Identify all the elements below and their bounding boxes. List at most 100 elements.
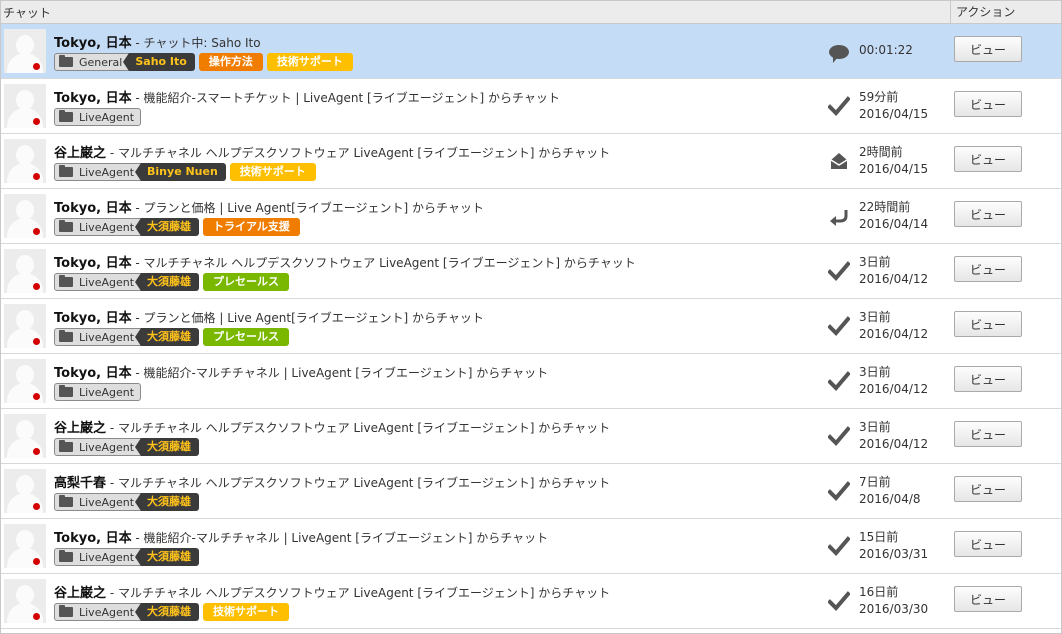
department-label: LiveAgent <box>79 276 135 289</box>
agent-tag: 大須藤雄 <box>135 328 200 346</box>
chat-summary[interactable]: 谷上巌之 - マルチチャネル ヘルプデスクソフトウェア LiveAgent [ラ… <box>54 417 610 436</box>
table-row[interactable]: Tokyo, 日本 - 機能紹介-マルチチャネル | LiveAgent [ライ… <box>1 519 1061 574</box>
chat-time-ago: 16日前 <box>859 585 899 599</box>
department-tag: LiveAgent <box>54 163 142 181</box>
chat-summary[interactable]: 谷上巌之 - マルチチャネル ヘルプデスクソフトウェア LiveAgent [ラ… <box>54 142 610 161</box>
tag-label: 技術サポート <box>203 603 290 621</box>
department-tag: LiveAgent <box>54 383 142 401</box>
table-row[interactable]: 谷上巌之 - マルチチャネル ヘルプデスクソフトウェア LiveAgent [ラ… <box>1 134 1061 189</box>
department-label: LiveAgent <box>79 221 135 234</box>
view-button[interactable]: ビュー <box>954 531 1022 557</box>
folder-icon <box>59 495 73 507</box>
checkmark-icon <box>827 536 851 558</box>
offline-status-dot <box>33 448 40 455</box>
chat-time: 3日前 2016/04/12 <box>859 419 928 453</box>
table-row[interactable]: 谷上巌之 - マルチチャネル ヘルプデスクソフトウェア LiveAgent [ラ… <box>1 574 1061 629</box>
checkmark-icon <box>827 481 851 503</box>
agent-tag: 大須藤雄 <box>135 603 200 621</box>
folder-icon <box>59 55 73 67</box>
offline-status-dot <box>33 558 40 565</box>
chat-time-ago: 3日前 <box>859 310 891 324</box>
view-button[interactable]: ビュー <box>954 366 1022 392</box>
visitor-name: 谷上巌之 <box>54 586 107 601</box>
view-button[interactable]: ビュー <box>954 586 1022 612</box>
table-row[interactable]: 谷上巌之 - マルチチャネル ヘルプデスクソフトウェア LiveAgent [ラ… <box>1 409 1061 464</box>
table-row[interactable]: Tokyo, 日本 - チャット中: Saho Ito General Saho … <box>1 24 1061 79</box>
chat-summary[interactable]: Tokyo, 日本 - プランと価格 | Live Agent[ライブエージェン… <box>54 197 484 216</box>
folder-icon <box>59 550 73 562</box>
chat-subject: - マルチチャネル ヘルプデスクソフトウェア LiveAgent [ライブエージ… <box>106 586 611 600</box>
chat-time-ago: 2時間前 <box>859 145 903 159</box>
tag-list: LiveAgent 大須藤雄 トライアル支援 <box>54 218 304 236</box>
offline-status-dot <box>33 393 40 400</box>
table-row[interactable]: Tokyo, 日本 - プランと価格 | Live Agent[ライブエージェン… <box>1 299 1061 354</box>
chat-time-ago: 3日前 <box>859 365 891 379</box>
chat-date: 2016/04/12 <box>859 382 929 396</box>
folder-icon <box>59 220 73 232</box>
chat-time: 7日前 2016/04/8 <box>859 474 921 508</box>
tag-list: LiveAgent 大須藤雄 <box>54 493 203 511</box>
offline-status-dot <box>33 173 40 180</box>
chat-time-ago: 3日前 <box>859 420 891 434</box>
chat-summary[interactable]: 谷上巌之 - マルチチャネル ヘルプデスクソフトウェア LiveAgent [ラ… <box>54 582 610 601</box>
chat-subject: - マルチチャネル ヘルプデスクソフトウェア LiveAgent [ライブエージ… <box>106 476 611 490</box>
chat-time: 3日前 2016/04/12 <box>859 254 928 288</box>
view-button[interactable]: ビュー <box>954 201 1022 227</box>
offline-status-dot <box>33 228 40 235</box>
table-row[interactable]: 高梨千春 - マルチチャネル ヘルプデスクソフトウェア LiveAgent [ラ… <box>1 464 1061 519</box>
chat-summary[interactable]: Tokyo, 日本 - チャット中: Saho Ito <box>54 32 261 51</box>
view-button[interactable]: ビュー <box>954 146 1022 172</box>
chat-date: 2016/04/15 <box>859 107 929 121</box>
chat-time-ago: 59分前 <box>859 90 899 104</box>
chat-subject: - プランと価格 | Live Agent[ライブエージェント] からチャット <box>131 311 484 325</box>
chat-date: 2016/04/15 <box>859 162 929 176</box>
table-row[interactable]: Tokyo, 日本 - 機能紹介-マルチチャネル | LiveAgent [ライ… <box>1 354 1061 409</box>
chat-summary[interactable]: Tokyo, 日本 - プランと価格 | Live Agent[ライブエージェン… <box>54 307 484 326</box>
table-row[interactable]: Tokyo, 日本 - プランと価格 | Live Agent[ライブエージェン… <box>1 189 1061 244</box>
chat-subject: - チャット中: Saho Ito <box>131 36 261 50</box>
folder-icon <box>59 385 73 397</box>
table-row[interactable]: Tokyo, 日本 - 機能紹介-スマートチケット | LiveAgent [ラ… <box>1 79 1061 134</box>
tag-label: 操作方法 <box>198 53 263 71</box>
chat-subject: - マルチチャネル ヘルプデスクソフトウェア LiveAgent [ライブエージ… <box>131 256 636 270</box>
view-button[interactable]: ビュー <box>954 91 1022 117</box>
department-label: LiveAgent <box>79 111 135 124</box>
avatar <box>4 524 46 568</box>
avatar <box>4 579 46 623</box>
checkmark-icon <box>827 316 851 338</box>
avatar <box>4 359 46 403</box>
agent-tag: Saho Ito <box>123 53 195 71</box>
chat-subject: - 機能紹介-マルチチャネル | LiveAgent [ライブエージェント] か… <box>131 366 549 380</box>
avatar <box>4 84 46 128</box>
column-header-chat[interactable]: チャット <box>3 4 51 21</box>
chat-summary[interactable]: Tokyo, 日本 - 機能紹介-スマートチケット | LiveAgent [ラ… <box>54 87 560 106</box>
chat-time-ago: 00:01:22 <box>859 43 913 57</box>
chat-summary[interactable]: 高梨千春 - マルチチャネル ヘルプデスクソフトウェア LiveAgent [ラ… <box>54 472 610 491</box>
offline-status-dot <box>33 338 40 345</box>
chat-summary[interactable]: Tokyo, 日本 - 機能紹介-マルチチャネル | LiveAgent [ライ… <box>54 527 548 546</box>
avatar <box>4 304 46 348</box>
chat-summary[interactable]: Tokyo, 日本 - 機能紹介-マルチチャネル | LiveAgent [ライ… <box>54 362 548 381</box>
view-button[interactable]: ビュー <box>954 421 1022 447</box>
chat-subject: - 機能紹介-スマートチケット | LiveAgent [ライブエージェント] … <box>131 91 560 105</box>
chat-summary[interactable]: Tokyo, 日本 - マルチチャネル ヘルプデスクソフトウェア LiveAge… <box>54 252 636 271</box>
tag-list: LiveAgent 大須藤雄 プレセールス <box>54 273 293 291</box>
view-button[interactable]: ビュー <box>954 311 1022 337</box>
chat-time: 3日前 2016/04/12 <box>859 364 928 398</box>
checkmark-icon <box>827 261 851 283</box>
chat-time: 59分前 2016/04/15 <box>859 89 928 123</box>
view-button[interactable]: ビュー <box>954 476 1022 502</box>
tag-label: 技術サポート <box>266 53 353 71</box>
checkmark-icon <box>827 426 851 448</box>
view-button[interactable]: ビュー <box>954 256 1022 282</box>
chat-date: 2016/04/12 <box>859 327 929 341</box>
table-row[interactable]: Tokyo, 日本 - マルチチャネル ヘルプデスクソフトウェア LiveAge… <box>1 244 1061 299</box>
chat-time-ago: 22時間前 <box>859 200 911 214</box>
tag-list: LiveAgent 大須藤雄 <box>54 438 203 456</box>
tag-list: LiveAgent 大須藤雄 プレセールス <box>54 328 293 346</box>
envelope-open-icon <box>827 151 851 173</box>
department-tag: LiveAgent <box>54 493 142 511</box>
view-button[interactable]: ビュー <box>954 36 1022 62</box>
department-label: LiveAgent <box>79 441 135 454</box>
chat-time: 22時間前 2016/04/14 <box>859 199 928 233</box>
